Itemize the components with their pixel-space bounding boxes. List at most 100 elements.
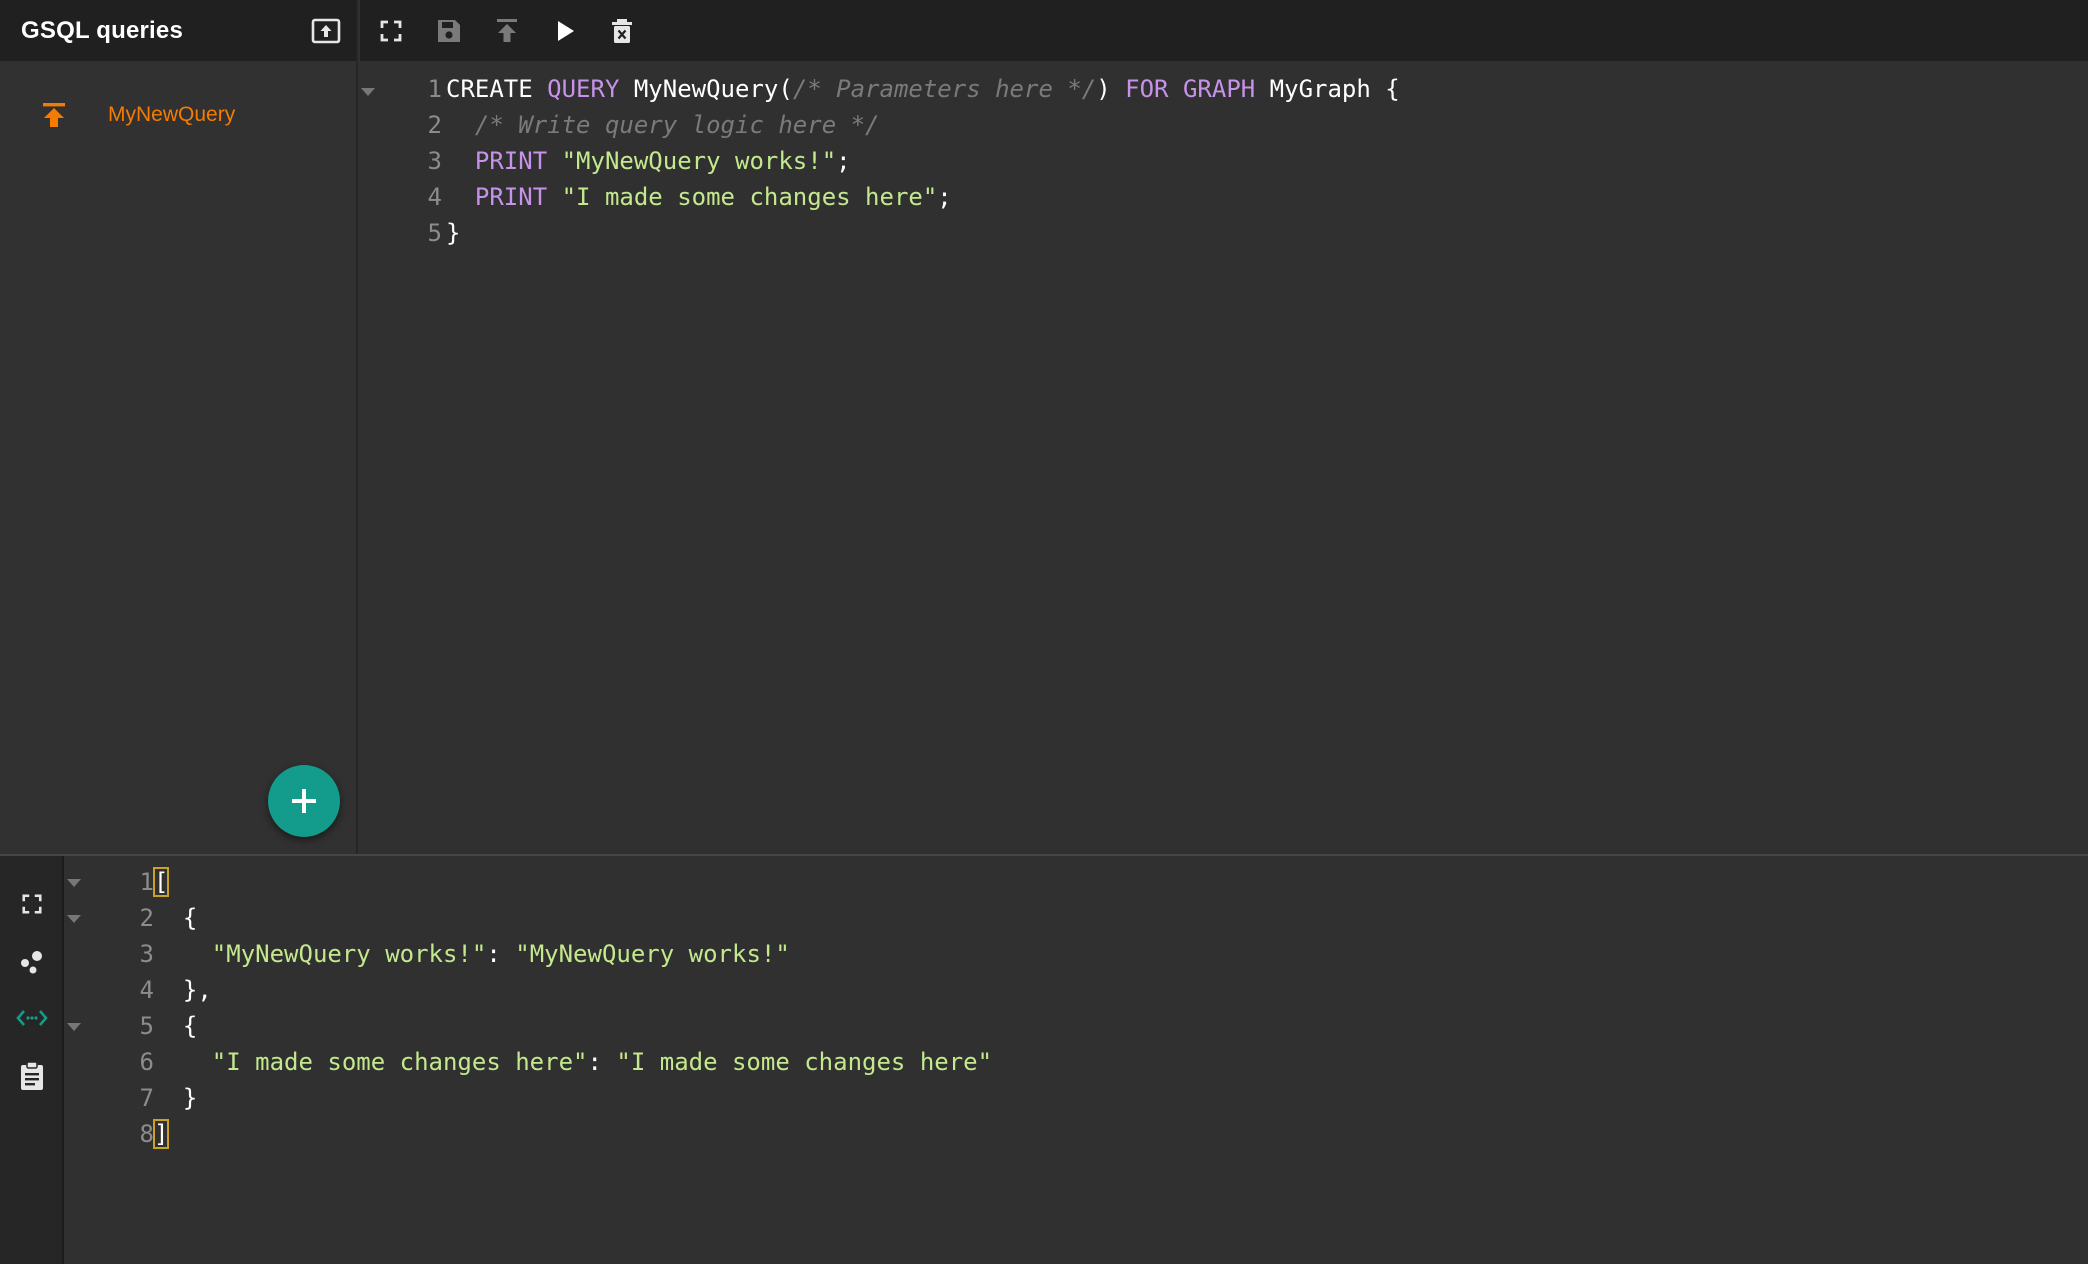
- code-line: [: [152, 864, 170, 900]
- code-token: {: [154, 904, 198, 932]
- code-token: MyGraph {: [1269, 75, 1400, 103]
- code-token: QUERY: [547, 75, 620, 103]
- run-icon: [558, 21, 574, 41]
- line-number: 5: [427, 219, 442, 247]
- code-token: ]: [152, 1119, 170, 1149]
- code-token: ): [1096, 75, 1126, 103]
- code-editor[interactable]: 1 CREATE QUERY MyNewQuery(/* Parameters h…: [360, 61, 2088, 854]
- code-line: CREATE QUERY MyNewQuery(/* Parameters he…: [446, 71, 1400, 107]
- fullscreen-icon: [380, 20, 402, 42]
- code-token: "I made some changes here": [616, 1048, 993, 1076]
- code-token: "MyNewQuery works!": [211, 940, 487, 968]
- json-view-icon: [16, 1010, 48, 1026]
- line-number: 6: [139, 1048, 154, 1076]
- line-number: 2: [427, 111, 442, 139]
- sidebar-header: GSQL queries: [0, 0, 356, 61]
- code-token: }: [446, 219, 461, 247]
- code-token: /* Write query logic here */: [474, 111, 880, 139]
- json-view-button[interactable]: [14, 1000, 50, 1036]
- graph-visual-icon: [21, 951, 42, 974]
- code-line: {: [154, 1008, 197, 1044]
- upload-box-icon: [311, 18, 341, 44]
- log-view-button[interactable]: [14, 1058, 50, 1094]
- code-line: "MyNewQuery works!": "MyNewQuery works!": [154, 936, 790, 972]
- json-output-viewer[interactable]: 1[2 {3 "MyNewQuery works!": "MyNewQuery …: [66, 856, 2088, 1264]
- output-fullscreen-button[interactable]: [14, 886, 50, 922]
- install-query-button[interactable]: [490, 14, 524, 48]
- fold-toggle-icon[interactable]: [67, 1023, 81, 1031]
- code-token: PRINT: [474, 147, 548, 175]
- code-token: PRINT: [474, 183, 548, 211]
- queries-sidebar: GSQL queries MyNewQuery: [0, 0, 358, 854]
- code-token: },: [154, 976, 212, 1004]
- code-line: }: [154, 1080, 197, 1116]
- line-number: 8: [139, 1120, 154, 1148]
- code-line: /* Write query logic here */: [446, 107, 880, 143]
- clipboard-log-icon: [21, 1061, 43, 1090]
- save-icon: [438, 20, 460, 42]
- query-list: MyNewQuery: [0, 61, 356, 141]
- fold-toggle-icon[interactable]: [67, 879, 81, 887]
- line-number: 4: [139, 976, 154, 1004]
- graph-view-button[interactable]: [14, 944, 50, 980]
- code-line: PRINT "I made some changes here";: [446, 179, 952, 215]
- code-token: ;: [836, 147, 851, 175]
- code-token: }: [154, 1084, 198, 1112]
- line-number: 5: [139, 1012, 154, 1040]
- code-token: :: [486, 940, 516, 968]
- delete-query-button[interactable]: [605, 14, 639, 48]
- code-line: {: [154, 900, 197, 936]
- code-token: "MyNewQuery works!": [515, 940, 790, 968]
- run-query-button[interactable]: [548, 14, 582, 48]
- delete-icon: [612, 19, 632, 43]
- code-token: :: [587, 1048, 617, 1076]
- publish-arrow-icon: [38, 99, 70, 131]
- code-token: "I made some changes here": [561, 183, 938, 211]
- line-number: 1: [139, 868, 154, 896]
- fullscreen-icon: [22, 894, 42, 914]
- code-token: CREATE: [446, 75, 533, 103]
- query-item-mynewquery[interactable]: MyNewQuery: [0, 89, 356, 141]
- gsql-editor-app: GSQL queries MyNewQuery 1 CREATE QUERY M…: [0, 0, 2088, 1264]
- code-line: },: [154, 972, 212, 1008]
- fullscreen-button[interactable]: [374, 14, 408, 48]
- code-line: PRINT "MyNewQuery works!";: [446, 143, 851, 179]
- code-token: MyNewQuery(: [633, 75, 793, 103]
- output-view-rail: [0, 856, 64, 1264]
- save-button[interactable]: [432, 14, 466, 48]
- plus-icon: [292, 789, 316, 813]
- code-token: "I made some changes here": [211, 1048, 588, 1076]
- fold-toggle-icon[interactable]: [67, 915, 81, 923]
- upload-query-button[interactable]: [310, 17, 342, 45]
- sidebar-title: GSQL queries: [21, 16, 184, 44]
- line-number: 1: [427, 75, 442, 103]
- add-query-button[interactable]: [268, 765, 340, 837]
- code-token: GRAPH: [1182, 75, 1256, 103]
- line-number: 3: [139, 940, 154, 968]
- fold-toggle-icon[interactable]: [361, 88, 375, 96]
- editor-toolbar: [360, 0, 2088, 61]
- query-name: MyNewQuery: [108, 103, 236, 126]
- code-token: "MyNewQuery works!": [561, 147, 837, 175]
- line-number: 2: [139, 904, 154, 932]
- code-token: [: [152, 867, 170, 897]
- code-line: "I made some changes here": "I made some…: [154, 1044, 992, 1080]
- install-icon: [497, 19, 517, 42]
- line-number: 4: [427, 183, 442, 211]
- code-token: FOR: [1125, 75, 1169, 103]
- code-token: /* Parameters here */: [792, 75, 1097, 103]
- line-number: 7: [139, 1084, 154, 1112]
- code-token: ;: [937, 183, 952, 211]
- code-line: }: [446, 215, 460, 251]
